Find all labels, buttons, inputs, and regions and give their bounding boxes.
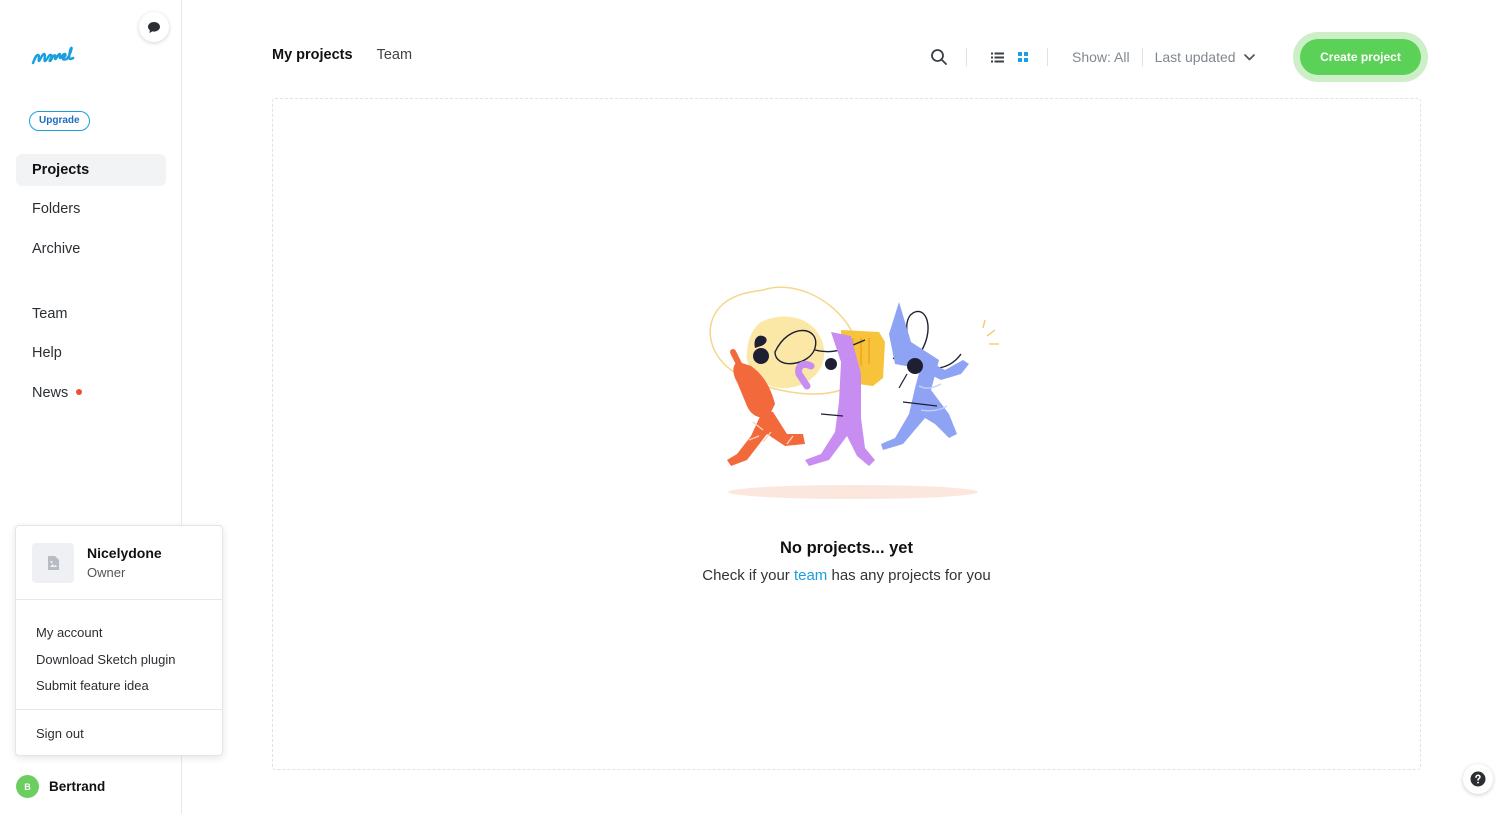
sort-dropdown[interactable]: Last updated <box>1155 49 1255 65</box>
empty-state-title: No projects... yet <box>780 539 913 557</box>
marvel-logo[interactable] <box>30 42 88 75</box>
create-project-focus-ring: Create project <box>1293 32 1428 82</box>
help-button[interactable] <box>1463 764 1493 794</box>
toolbar-divider <box>966 48 967 66</box>
tab-team[interactable]: Team <box>377 47 412 63</box>
list-view-icon[interactable] <box>991 52 1004 63</box>
submit-feature-idea-link[interactable]: Submit feature idea <box>36 673 222 700</box>
download-sketch-plugin-link[interactable]: Download Sketch plugin <box>36 647 222 674</box>
account-name: Nicelydone <box>87 545 162 561</box>
image-placeholder-icon <box>48 556 59 570</box>
chat-button[interactable] <box>139 12 169 42</box>
empty-state-sub-prefix: Check if your <box>702 567 794 584</box>
account-menu: Nicelydone Owner My account Download Ske… <box>15 525 223 756</box>
empty-state-sub-suffix: has any projects for you <box>827 567 991 584</box>
upgrade-button[interactable]: Upgrade <box>29 111 90 131</box>
projects-empty-area: No projects... yet Check if your team ha… <box>272 98 1421 770</box>
team-link[interactable]: team <box>794 567 827 584</box>
toolbar-divider <box>1141 48 1143 66</box>
sidebar-item-archive[interactable]: Archive <box>16 233 166 265</box>
account-role: Owner <box>87 565 126 580</box>
grid-view-icon[interactable] <box>1018 52 1028 62</box>
team-avatar <box>32 543 74 583</box>
search-icon[interactable] <box>930 48 948 66</box>
question-mark-icon <box>1470 771 1486 787</box>
show-filter[interactable]: Show: All <box>1072 49 1130 65</box>
sign-out-link[interactable]: Sign out <box>16 710 222 741</box>
sidebar-item-projects[interactable]: Projects <box>16 154 166 186</box>
sidebar-item-folders[interactable]: Folders <box>16 193 166 225</box>
account-menu-header: Nicelydone Owner <box>16 526 222 600</box>
sort-label: Last updated <box>1154 49 1236 65</box>
sidebar-item-help[interactable]: Help <box>16 337 166 369</box>
user-name: Bertrand <box>49 779 106 794</box>
create-project-button[interactable]: Create project <box>1300 39 1421 75</box>
account-links: My account Download Sketch plugin Submit… <box>16 600 222 710</box>
tab-my-projects[interactable]: My projects <box>272 47 353 63</box>
empty-state-illustration <box>709 286 999 499</box>
user-avatar: B <box>16 775 39 798</box>
empty-state-subtitle: Check if your team has any projects for … <box>273 567 1420 584</box>
project-tabs: My projects Team <box>272 47 412 63</box>
toolbar-divider <box>1047 48 1048 66</box>
sidebar-item-news[interactable]: News <box>16 377 166 409</box>
sidebar-item-team[interactable]: Team <box>16 298 166 330</box>
user-menu-toggle[interactable]: B Bertrand <box>16 775 105 798</box>
chevron-down-icon <box>1243 53 1255 60</box>
my-account-link[interactable]: My account <box>36 620 222 647</box>
news-notification-dot <box>76 389 83 395</box>
sidebar-item-news-label: News <box>32 385 69 401</box>
toolbar: Show: All Last updated <box>930 44 1255 70</box>
chat-bubble-icon <box>148 21 160 33</box>
